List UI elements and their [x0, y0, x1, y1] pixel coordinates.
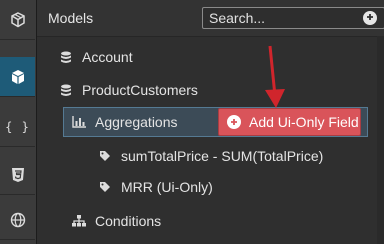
rail-button-styles[interactable] [0, 155, 35, 195]
add-ui-only-field-button[interactable]: Add Ui-Only Field [218, 108, 361, 136]
tree-item-aggregations[interactable]: Aggregations [70, 108, 178, 136]
tree-item-account[interactable]: Account [57, 43, 133, 71]
tag-icon [96, 150, 114, 162]
icon-rail: { } [0, 0, 37, 244]
globe-icon [10, 212, 26, 228]
models-panel: Models Account [37, 0, 384, 244]
plus-icon [365, 9, 375, 27]
tree-item-sum-total-price[interactable]: sumTotalPrice - SUM(TotalPrice) [96, 142, 323, 170]
tree-item-product-customers[interactable]: ProductCustomers [57, 76, 198, 104]
hierarchy-icon [70, 215, 88, 227]
rail-button-packages[interactable] [0, 0, 35, 40]
tree-item-label: sumTotalPrice - SUM(TotalPrice) [121, 148, 324, 164]
add-model-button[interactable] [363, 11, 377, 25]
tree-item-label: Account [82, 49, 133, 65]
panel-header: Models [37, 0, 384, 37]
database-icon [57, 51, 75, 64]
cube-icon [10, 69, 26, 85]
cube-outline-icon [10, 11, 26, 28]
rail-button-models[interactable] [0, 57, 35, 97]
tag-icon [96, 181, 114, 193]
braces-icon: { } [5, 119, 30, 134]
tree-item-label: Conditions [95, 213, 162, 229]
tree-item-label: Aggregations [95, 114, 178, 130]
search-input[interactable] [202, 7, 384, 29]
bar-chart-icon [70, 116, 88, 128]
scrollbar[interactable] [377, 36, 384, 244]
css3-icon [11, 167, 25, 183]
app-window: { } Models Search... Account ProductCust… [0, 0, 384, 244]
tree-item-label: MRR (Ui-Only) [121, 179, 213, 195]
tree-item-mrr[interactable]: MRR (Ui-Only) [96, 173, 213, 201]
add-ui-only-field-label: Add Ui-Only Field [249, 114, 359, 130]
database-icon [57, 84, 75, 97]
tree-item-label: ProductCustomers [82, 82, 198, 98]
rail-button-code[interactable]: { } [0, 107, 35, 147]
rail-button-web[interactable] [0, 200, 35, 240]
plus-circle-icon [227, 115, 241, 129]
panel-title: Models [48, 10, 94, 26]
tree-item-conditions[interactable]: Conditions [70, 207, 161, 235]
